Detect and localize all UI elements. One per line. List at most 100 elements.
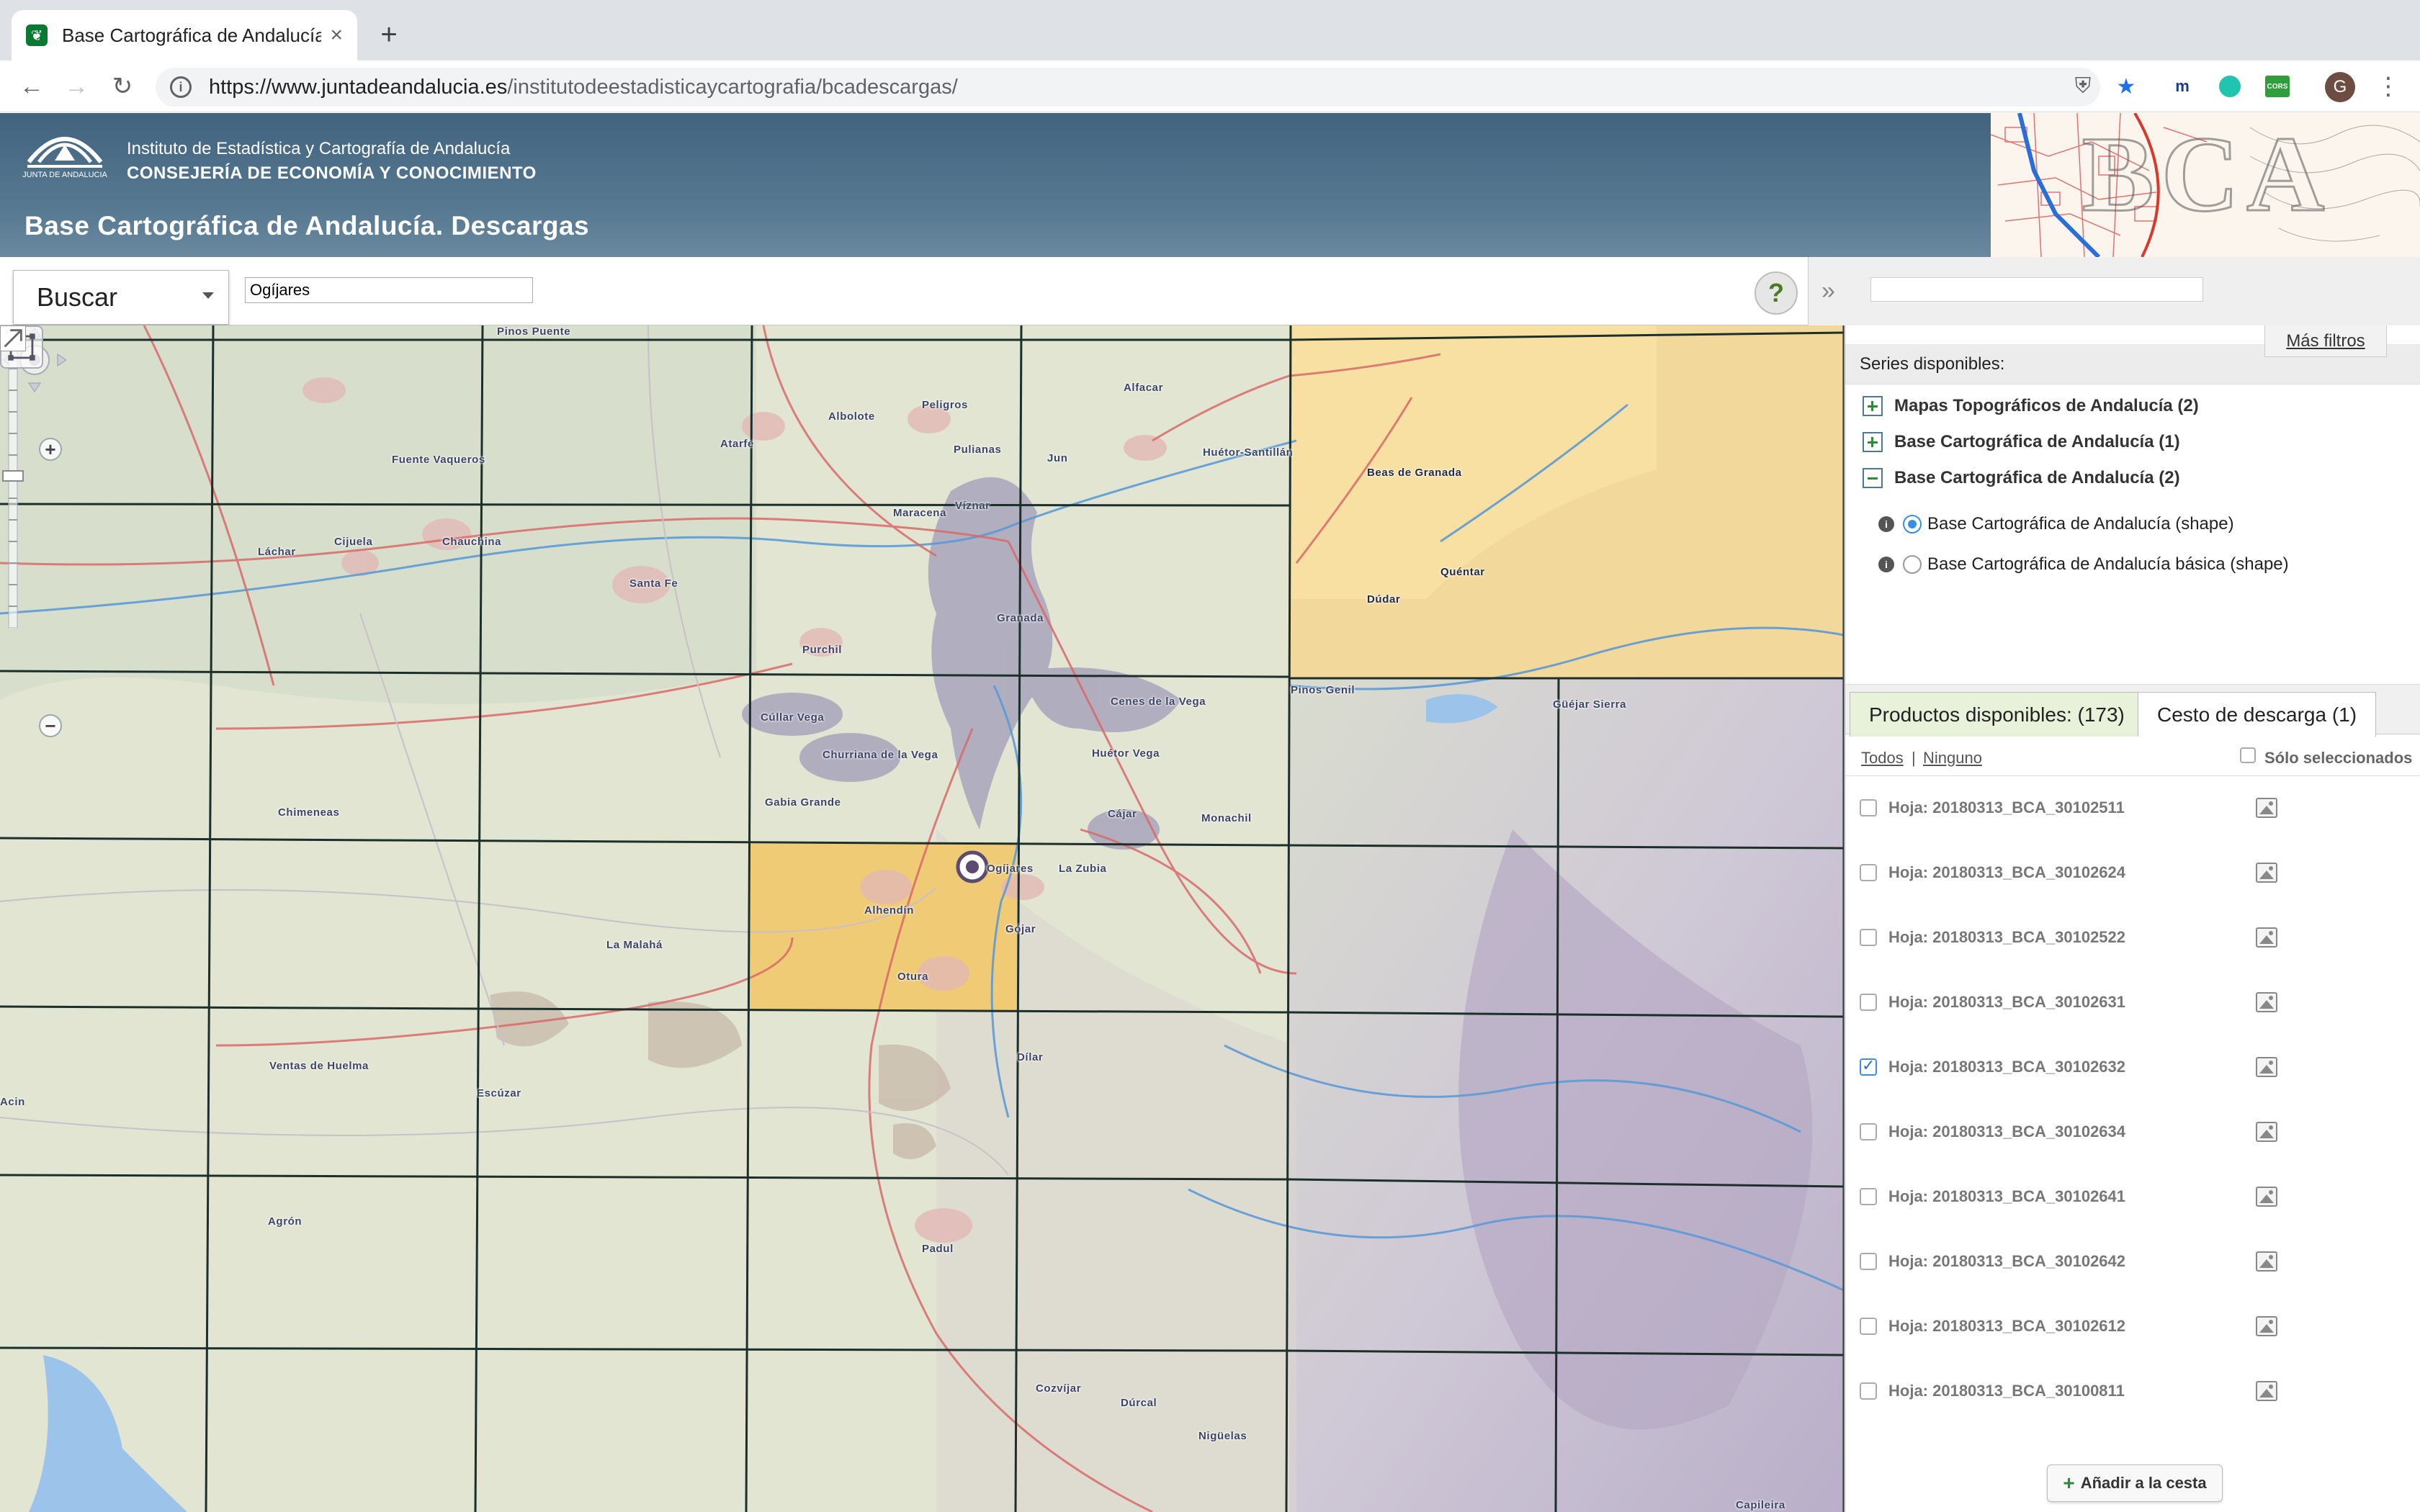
zoom-slider[interactable] [0, 325, 26, 628]
image-preview-icon[interactable] [2256, 1187, 2277, 1207]
more-filters-button[interactable]: Más filtros [2264, 325, 2387, 357]
search-mode-select[interactable]: Buscar [13, 270, 229, 325]
new-tab-button[interactable]: + [372, 17, 406, 52]
product-checkbox-checked[interactable] [1860, 1056, 1877, 1076]
place-search-input[interactable] [245, 277, 533, 303]
map-place-label: Cozvíjar [1036, 1382, 1082, 1395]
map-place-label: Chauchina [442, 536, 502, 548]
image-preview-icon[interactable] [2256, 1381, 2277, 1401]
help-button[interactable]: ? [1754, 271, 1798, 315]
map-place-label: Maracena [893, 507, 947, 519]
series-option-label: Base Cartográfica de Andalucía (shape) [1927, 514, 2234, 534]
product-checkbox[interactable] [1860, 1123, 1877, 1140]
shield-extension-icon[interactable]: ⛨ [2069, 72, 2097, 101]
select-none-link[interactable]: Ninguno [1923, 749, 1982, 768]
series-item-bca-2[interactable]: Base Cartográfica de Andalucía (2) [1863, 464, 2180, 492]
expand-plus-icon[interactable] [1863, 432, 1883, 452]
map-place-label: Atarfe [720, 438, 754, 450]
site-header: JUNTA DE ANDALUCIA Instituto de Estadíst… [0, 113, 2420, 257]
profile-avatar[interactable]: G [2325, 72, 2355, 102]
info-icon[interactable]: i [1878, 516, 1894, 532]
browser-tab[interactable]: ❦ Base Cartográfica de Andalucía × [12, 10, 357, 60]
browser-menu-icon[interactable]: ⋮ [2374, 72, 2403, 101]
product-row[interactable]: Hoja: 20180313_BCA_30102641 [1860, 1175, 2407, 1218]
map-place-label: Pinos Genil [1291, 684, 1355, 696]
map-place-label: Churriana de la Vega [823, 749, 938, 761]
series-option-shape[interactable]: i Base Cartográfica de Andalucía (shape) [1878, 510, 2234, 539]
map-place-label: Ogíjares [987, 863, 1034, 875]
map-place-label: Cenes de la Vega [1111, 696, 1206, 708]
product-row[interactable]: Hoja: 20180313_BCA_30102634 [1860, 1110, 2407, 1153]
product-checkbox[interactable] [1860, 1188, 1877, 1205]
product-checkbox[interactable] [1860, 799, 1877, 816]
select-all-link[interactable]: Todos [1861, 749, 1904, 768]
image-preview-icon[interactable] [2256, 1316, 2277, 1336]
image-preview-icon[interactable] [2256, 1057, 2277, 1077]
tab-products[interactable]: Productos disponibles: (173) [1850, 692, 2144, 737]
panel-filter-input[interactable] [1870, 277, 2203, 302]
image-preview-icon[interactable] [2256, 798, 2277, 818]
map-place-label: Santa Fe [629, 577, 678, 590]
product-label: Hoja: 20180313_BCA_30102641 [1888, 1187, 2126, 1205]
collapse-panel-icon[interactable]: » [1821, 277, 1835, 305]
product-row[interactable]: Hoja: 20180313_BCA_30102632 [1860, 1045, 2407, 1089]
product-checkbox[interactable] [1860, 1253, 1877, 1270]
address-bar[interactable]: i https://www.juntadeandalucia.es/instit… [156, 68, 2100, 107]
url-path: /institutodeestadisticaycartografia/bcad… [507, 75, 958, 99]
star-bookmark-icon[interactable]: ★ [2112, 72, 2141, 101]
product-checkbox[interactable] [1860, 1318, 1877, 1335]
search-bar: Buscar ? [0, 257, 1815, 325]
product-row[interactable]: Hoja: 20180313_BCA_30102522 [1860, 916, 2407, 959]
close-tab-icon[interactable]: × [330, 23, 343, 48]
product-row[interactable]: Hoja: 20180313_BCA_30102511 [1860, 786, 2407, 829]
map-canvas[interactable] [0, 325, 1844, 1512]
image-preview-icon[interactable] [2256, 863, 2277, 883]
downloads-panel: Series disponibles: Más filtros Mapas To… [1844, 325, 2420, 1512]
collapse-minus-icon[interactable] [1863, 468, 1883, 488]
map-place-label: Pinos Puente [497, 325, 571, 338]
product-row[interactable]: Hoja: 20180313_BCA_30102624 [1860, 851, 2407, 894]
product-row[interactable]: Hoja: 20180313_BCA_30102631 [1860, 981, 2407, 1024]
map-place-label: Cúllar Vega [761, 711, 825, 724]
tab-title: Base Cartográfica de Andalucía [62, 24, 321, 46]
series-option-basic-shape[interactable]: i Base Cartográfica de Andalucía básica … [1878, 550, 2289, 579]
series-item-topographic[interactable]: Mapas Topográficos de Andalucía (2) [1863, 392, 2199, 420]
image-preview-icon[interactable] [2256, 992, 2277, 1012]
site-info-icon[interactable]: i [170, 76, 192, 98]
cors-extension-icon[interactable]: CORS [2263, 72, 2292, 101]
back-arrow-icon[interactable]: ← [14, 69, 49, 104]
add-to-basket-label: Añadir a la cesta [2080, 1474, 2207, 1492]
forward-arrow-icon[interactable]: → [59, 69, 94, 104]
image-preview-icon[interactable] [2256, 927, 2277, 948]
add-to-basket-button[interactable]: + Añadir a la cesta [2047, 1464, 2223, 1502]
product-row[interactable]: Hoja: 20180313_BCA_30100811 [1860, 1369, 2407, 1413]
image-preview-icon[interactable] [2256, 1251, 2277, 1272]
map-place-label: Quéntar [1440, 566, 1485, 578]
product-checkbox[interactable] [1860, 864, 1877, 881]
product-checkbox[interactable] [1860, 994, 1877, 1011]
product-label: Hoja: 20180313_BCA_30102642 [1888, 1252, 2126, 1270]
page-title: Base Cartográfica de Andalucía. Descarga… [24, 211, 590, 240]
product-checkbox[interactable] [1860, 1382, 1877, 1400]
series-item-bca-1[interactable]: Base Cartográfica de Andalucía (1) [1863, 428, 2180, 456]
chat-extension-icon[interactable] [2215, 72, 2244, 101]
tab-basket[interactable]: Cesto de descarga (1) [2138, 692, 2377, 737]
map-view[interactable]: Pinos Puente Peligros Alfacar Albolote Atarf… [0, 325, 1844, 1512]
image-preview-icon[interactable] [2256, 1122, 2277, 1142]
overview-toggle-icon[interactable] [0, 325, 26, 351]
radio-unselected[interactable] [1903, 555, 1922, 574]
product-row[interactable]: Hoja: 20180313_BCA_30102612 [1860, 1305, 2407, 1348]
location-marker-icon[interactable] [956, 850, 989, 883]
zoom-in-button[interactable]: + [39, 438, 62, 461]
info-icon[interactable]: i [1878, 557, 1894, 572]
zoom-out-button[interactable]: − [39, 714, 62, 737]
product-checkbox[interactable] [1860, 929, 1877, 946]
map-place-label: Dúdar [1367, 593, 1401, 606]
product-row[interactable]: Hoja: 20180313_BCA_30102642 [1860, 1240, 2407, 1283]
reload-icon[interactable]: ↻ [105, 69, 140, 104]
panel-top-bar: » [1808, 257, 2420, 325]
expand-plus-icon[interactable] [1863, 396, 1883, 416]
only-selected-checkbox[interactable] [2240, 747, 2256, 763]
movistar-extension-icon[interactable]: m [2168, 72, 2197, 101]
radio-selected[interactable] [1903, 515, 1922, 534]
